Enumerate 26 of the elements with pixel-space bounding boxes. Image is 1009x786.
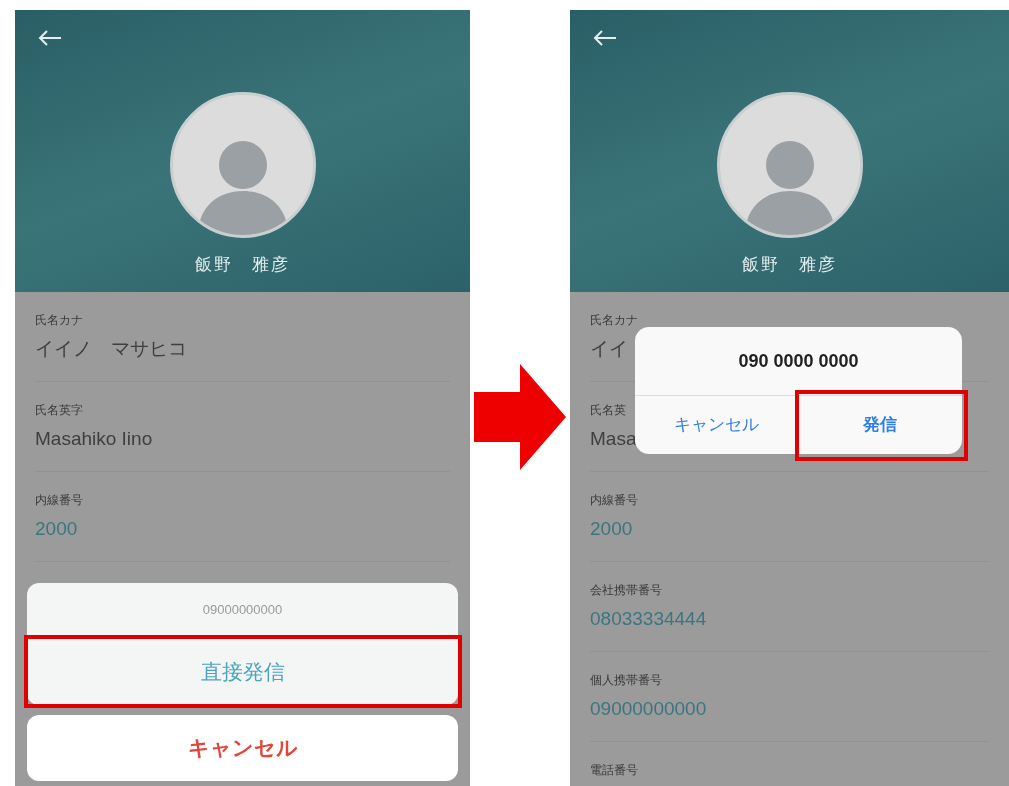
cancel-button[interactable]: キャンセル [27, 715, 458, 781]
field-value: イイ [590, 337, 628, 361]
phone-number-link[interactable]: 09000000000 [590, 697, 707, 721]
field-label: 氏名英字 [35, 402, 83, 418]
field-value: Masahiko Iino [35, 427, 153, 451]
field-label: 個人携帯番号 [590, 672, 662, 688]
right-arrow-icon [474, 364, 566, 470]
field-label: 電話番号 [590, 762, 638, 778]
phone-number-link[interactable]: 2000 [35, 517, 78, 541]
field-label: 氏名カナ [590, 312, 638, 328]
profile-name: 飯野 雅彦 [742, 254, 837, 276]
phone-number-link[interactable]: 2000 [590, 517, 633, 541]
action-sheet-title: 09000000000 [27, 583, 458, 638]
cancel-button[interactable]: キャンセル [635, 396, 799, 454]
call-button[interactable]: 発信 [798, 396, 962, 454]
field-label: 内線番号 [590, 492, 638, 508]
back-arrow-icon[interactable] [38, 29, 62, 47]
field-label: 会社携帯番号 [590, 582, 662, 598]
field-label: 氏名カナ [35, 312, 83, 328]
alert-title: 090 0000 0000 [737, 349, 860, 373]
back-arrow-icon[interactable] [593, 29, 617, 47]
phone-number-link[interactable]: 08033334444 [590, 607, 707, 631]
field-label: 内線番号 [35, 492, 83, 508]
field-label: 氏名英 [590, 402, 626, 418]
profile-name: 飯野 雅彦 [195, 254, 290, 276]
field-value: イイノ マサヒコ [35, 337, 187, 361]
